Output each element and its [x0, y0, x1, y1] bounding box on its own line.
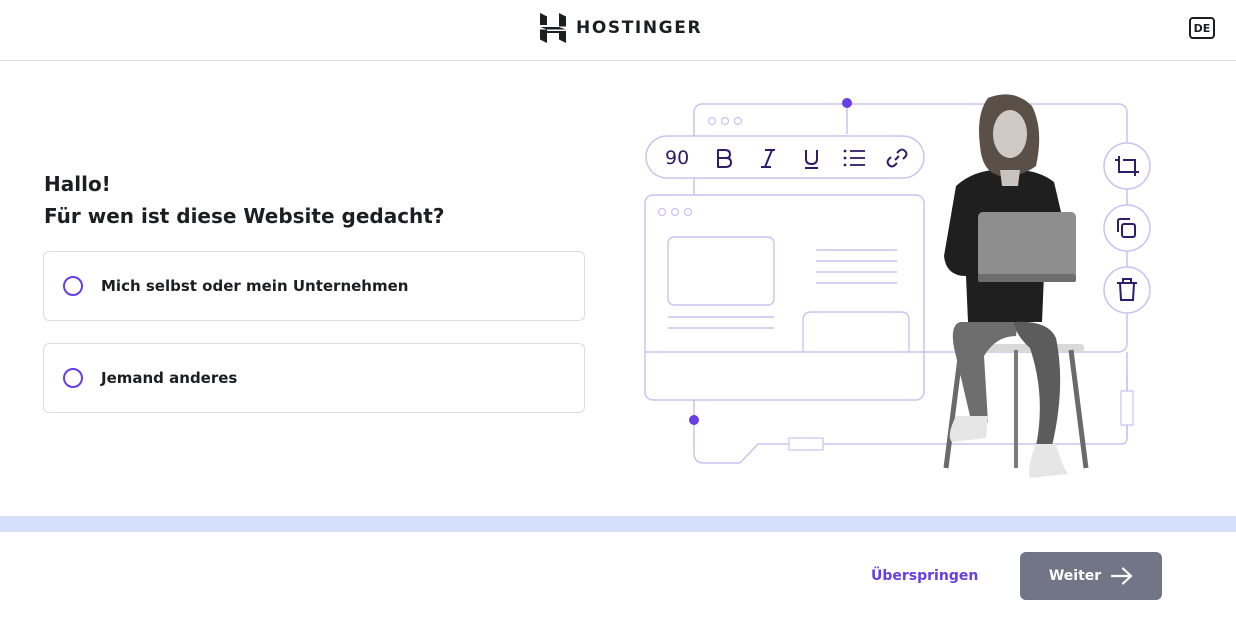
next-button[interactable]: Weiter	[1020, 552, 1162, 600]
hostinger-h-icon	[540, 13, 566, 43]
next-button-label: Weiter	[1048, 568, 1102, 584]
person-with-laptop	[943, 94, 1089, 478]
option-label: Jemand anderes	[101, 369, 238, 387]
brand-name: HOSTINGER	[576, 18, 703, 38]
radio-button[interactable]	[63, 368, 83, 388]
option-myself-or-business[interactable]: Mich selbst oder mein Unternehmen	[43, 251, 585, 321]
top-header: HOSTINGER DE	[0, 0, 1236, 61]
trash-icon	[1103, 266, 1151, 314]
skip-button[interactable]: Überspringen	[871, 566, 978, 586]
font-size-value: 90	[665, 147, 689, 169]
greeting-heading: Hallo!	[44, 172, 111, 196]
radio-button[interactable]	[63, 276, 83, 296]
language-switcher[interactable]: DE	[1189, 17, 1215, 39]
crop-icon	[1103, 142, 1151, 190]
anchor-dot	[689, 415, 699, 425]
option-someone-else[interactable]: Jemand anderes	[43, 343, 585, 413]
progress-bar	[0, 516, 1236, 532]
hostinger-logo[interactable]: HOSTINGER	[540, 12, 702, 44]
anchor-dot	[842, 98, 852, 108]
website-builder-illustration: 90	[644, 94, 1151, 478]
page-card	[644, 194, 925, 401]
question-heading: Für wen ist diese Website gedacht?	[44, 204, 445, 228]
arrow-right-icon	[1111, 567, 1133, 585]
option-label: Mich selbst oder mein Unternehmen	[101, 277, 409, 295]
copy-icon	[1103, 204, 1151, 252]
